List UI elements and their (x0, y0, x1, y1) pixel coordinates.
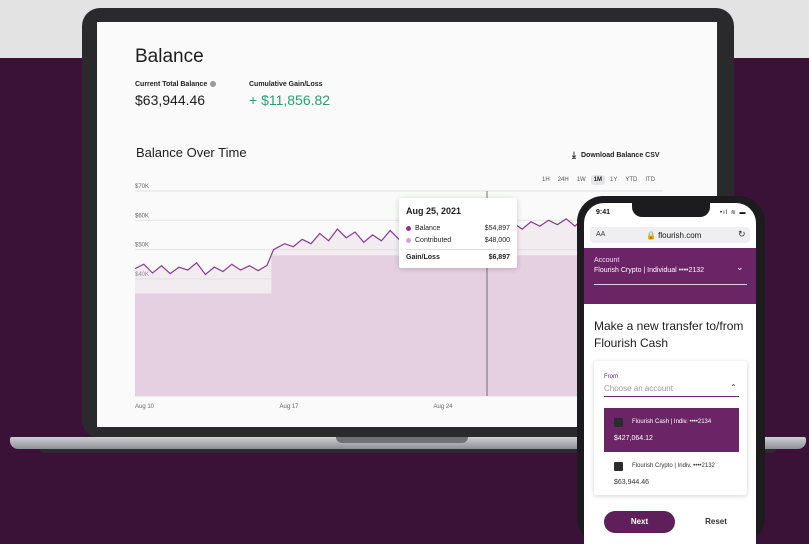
next-button[interactable]: Next (604, 511, 675, 533)
x-tick-label: Aug 17 (279, 404, 299, 410)
x-tick-label: Aug 24 (433, 404, 453, 410)
account-label: Account (594, 257, 620, 264)
chart-tooltip: Aug 25, 2021 Balance $54,897 Contributed… (399, 198, 517, 268)
tooltip-divider (406, 249, 510, 250)
account-value: Flourish Crypto | Individual ••••2132 (594, 267, 705, 274)
from-select-placeholder[interactable]: Choose an account (604, 384, 673, 393)
laptop-notch (336, 437, 468, 443)
option-flourish-crypto[interactable]: Flourish Crypto | Indiv. ••••2132 $63,94… (604, 452, 739, 496)
y-tick-label: $60K (135, 213, 149, 219)
tooltip-gain-value: $6,897 (488, 254, 510, 261)
chevron-down-icon: ⌄ (736, 262, 744, 272)
browser-url-bar[interactable]: AA 🔒 flourish.com ↻ (590, 227, 750, 243)
reset-button[interactable]: Reset (694, 511, 738, 533)
account-selector[interactable]: Account Flourish Crypto | Individual •••… (584, 248, 756, 304)
tooltip-gain-row: Gain/Loss $6,897 (406, 254, 510, 261)
phone-notch (632, 203, 710, 217)
tooltip-balance-row: Balance $54,897 (406, 225, 510, 232)
transfer-heading: Make a new transfer to/from Flourish Cas… (594, 319, 744, 350)
reload-icon[interactable]: ↻ (738, 229, 746, 240)
text-size-icon[interactable]: AA (596, 231, 605, 238)
tooltip-contributed-label: Contributed (415, 237, 452, 244)
x-tick-label: Aug 10 (135, 404, 155, 410)
chevron-up-icon[interactable]: ⌃ (730, 383, 737, 392)
balance-dot-icon (406, 226, 411, 231)
from-label: From (604, 374, 618, 380)
account-icon (614, 462, 623, 471)
account-icon (614, 418, 623, 427)
url-text: 🔒 flourish.com (646, 231, 702, 240)
option-name: Flourish Cash | Indiv. ••••2134 (632, 419, 712, 425)
tooltip-contributed-row: Contributed $48,000 (406, 237, 510, 244)
status-icons: •ıl ≋ ▬ (720, 210, 747, 216)
y-tick-label: $70K (135, 184, 149, 190)
option-balance: $63,944.46 (614, 479, 650, 486)
tooltip-balance-label: Balance (415, 225, 441, 232)
status-time: 9:41 (596, 209, 611, 216)
option-balance: $427,064.12 (614, 435, 653, 442)
tooltip-contributed-value: $48,000 (484, 237, 510, 244)
from-account-dropdown: From Choose an account ⌃ Flourish Cash |… (594, 361, 747, 495)
tooltip-balance-value: $54,897 (484, 225, 510, 232)
select-underline (604, 396, 739, 397)
y-tick-label: $50K (135, 243, 149, 249)
tooltip-date: Aug 25, 2021 (406, 206, 462, 216)
option-flourish-cash[interactable]: Flourish Cash | Indiv. ••••2134 $427,064… (604, 408, 739, 452)
option-name: Flourish Crypto | Indiv. ••••2132 (632, 463, 715, 469)
account-underline (594, 284, 747, 285)
phone-screen: 9:41 •ıl ≋ ▬ AA 🔒 flourish.com ↻ Account… (584, 203, 756, 544)
tooltip-gain-label: Gain/Loss (406, 254, 440, 261)
contributed-dot-icon (406, 238, 411, 243)
